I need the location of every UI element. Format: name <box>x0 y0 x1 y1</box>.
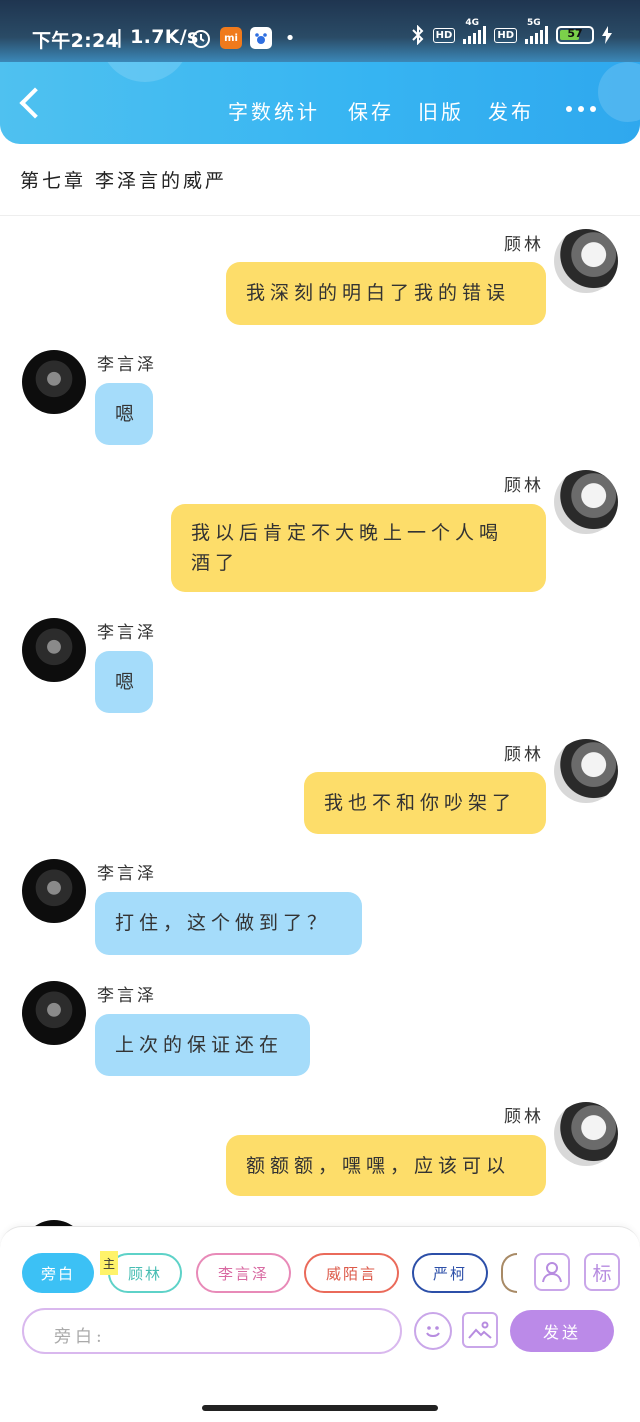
message-bubble[interactable]: 我也不和你吵架了 <box>304 772 546 834</box>
message-bubble[interactable]: 嗯 <box>95 651 153 713</box>
role-weimoyan[interactable]: 威陌言 <box>304 1253 399 1293</box>
publish-button[interactable]: 发布 <box>488 96 534 125</box>
image-icon[interactable] <box>462 1312 498 1348</box>
back-icon[interactable] <box>19 87 51 119</box>
sender-name: 李言泽 <box>97 355 157 375</box>
message-bubble[interactable]: 上次的保证还在 <box>95 1014 310 1076</box>
header-decoration-2 <box>598 62 640 122</box>
baidu-app-icon <box>250 27 272 49</box>
hd-badge-2: HD <box>494 27 517 43</box>
signal-bars-icon-2 <box>525 26 548 44</box>
avatar-liyanze[interactable] <box>22 618 86 682</box>
mi-app-icon: mi <box>220 27 242 49</box>
word-count-button[interactable]: 字数统计 <box>228 96 320 125</box>
avatar-gulin[interactable] <box>554 739 618 803</box>
role-gulin[interactable]: 顾林 <box>108 1253 182 1293</box>
avatar-liyanze[interactable] <box>22 350 86 414</box>
battery-icon: 57 <box>556 26 594 44</box>
save-button[interactable]: 保存 <box>348 96 394 125</box>
avatar-gulin[interactable] <box>554 1102 618 1166</box>
divider <box>0 215 640 216</box>
message-input[interactable]: 旁白: <box>22 1308 402 1354</box>
role-narration[interactable]: 旁白 <box>22 1253 94 1293</box>
sender-name: 李言泽 <box>97 986 157 1006</box>
header-decoration <box>100 62 190 82</box>
message-bubble[interactable]: 我深刻的明白了我的错误 <box>226 262 546 325</box>
avatar-liyanze[interactable] <box>22 859 86 923</box>
network-5g-label: 5G <box>527 18 541 28</box>
mark-button[interactable]: 标 <box>584 1253 620 1291</box>
more-icon[interactable] <box>566 106 596 112</box>
role-liyanze[interactable]: 李言泽 <box>196 1253 291 1293</box>
avatar-gulin[interactable] <box>554 229 618 293</box>
home-indicator[interactable] <box>202 1405 438 1411</box>
sender-name: 李言泽 <box>97 864 157 884</box>
sender-name: 顾林 <box>504 745 544 765</box>
status-bar: 下午2:24 | 1.7K/s mi • HD 4G HD 5G 57 <box>0 0 640 62</box>
app-header: 字数统计 保存 旧版 发布 <box>0 62 640 144</box>
dot-icon: • <box>284 27 296 49</box>
sender-name: 顾林 <box>504 1107 544 1127</box>
charging-icon <box>602 26 612 44</box>
chapter-title[interactable]: 第七章 李泽言的威严 <box>20 166 227 193</box>
message-bubble[interactable]: 打住，这个做到了？ <box>95 892 362 955</box>
alarm-icon <box>190 27 212 49</box>
sender-name: 顾林 <box>504 476 544 496</box>
status-time: 下午2:24 <box>32 30 120 52</box>
old-version-button[interactable]: 旧版 <box>418 96 464 125</box>
signal-bars-icon <box>463 26 487 44</box>
sender-name: 李言泽 <box>97 623 157 643</box>
main-character-tag: 主 <box>100 1251 118 1275</box>
emoji-icon[interactable] <box>414 1312 452 1350</box>
input-placeholder: 旁白: <box>54 1327 106 1347</box>
role-yanke[interactable]: 严柯 <box>412 1253 488 1293</box>
bluetooth-icon <box>411 25 424 45</box>
message-bubble[interactable]: 嗯 <box>95 383 153 445</box>
status-net-speed: | 1.7K/s <box>116 26 199 48</box>
character-manage-icon[interactable] <box>534 1253 570 1291</box>
avatar-liyanze[interactable] <box>22 981 86 1045</box>
message-bubble[interactable]: 额额额，嘿嘿，应该可以 <box>226 1135 546 1196</box>
sender-name: 顾林 <box>504 235 544 255</box>
message-bubble[interactable]: 我以后肯定不大晚上一个人喝酒了 <box>171 504 546 592</box>
status-right-group: HD 4G HD 5G 57 <box>411 18 612 45</box>
send-button[interactable]: 发送 <box>510 1310 614 1352</box>
system-nav-bar <box>0 1356 640 1422</box>
avatar-gulin[interactable] <box>554 470 618 534</box>
hd-badge-1: HD <box>432 27 456 43</box>
battery-level: 57 <box>567 27 583 40</box>
network-4g-label: 4G <box>465 18 479 28</box>
